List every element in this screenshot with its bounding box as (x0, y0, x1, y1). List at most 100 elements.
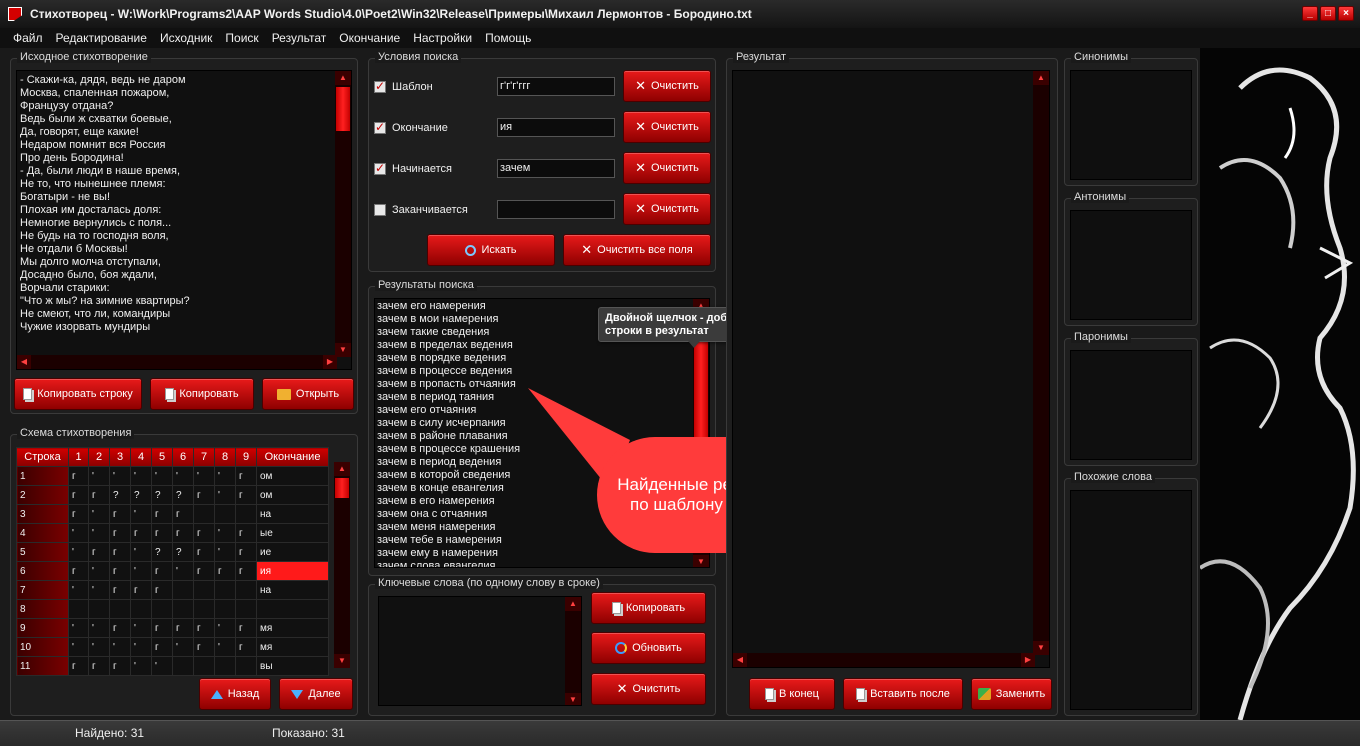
table-cell[interactable]: г (109, 561, 131, 581)
minimize-button[interactable]: _ (1302, 6, 1318, 21)
table-cell[interactable]: ' (172, 637, 194, 657)
table-cell[interactable]: г (235, 523, 257, 543)
condition-checkbox[interactable] (374, 161, 386, 175)
scroll-right-arrow-icon[interactable]: ▶ (323, 355, 337, 369)
table-cell[interactable]: ' (130, 637, 152, 657)
table-cell[interactable]: г (193, 561, 215, 581)
scroll-down-arrow-icon[interactable]: ▼ (693, 555, 709, 567)
menu-search[interactable]: Поиск (218, 31, 264, 45)
keywords-vscrollbar[interactable]: ▲ ▼ (565, 597, 581, 705)
table-cell[interactable]: ' (68, 580, 89, 600)
table-cell[interactable] (214, 599, 236, 619)
table-cell[interactable]: г (172, 618, 194, 638)
scroll-left-arrow-icon[interactable]: ◀ (733, 653, 747, 667)
table-cell[interactable] (214, 504, 236, 524)
table-cell[interactable]: ие (256, 542, 329, 562)
table-cell[interactable]: г (68, 466, 89, 486)
table-cell[interactable]: ' (193, 466, 215, 486)
list-item[interactable]: зачем в процессе ведения (377, 365, 707, 378)
table-cell[interactable]: г (88, 485, 110, 505)
table-cell[interactable]: г (193, 485, 215, 505)
table-cell[interactable]: ' (172, 561, 194, 581)
menu-help[interactable]: Помощь (478, 31, 537, 45)
row-number[interactable]: 6 (16, 561, 69, 581)
scroll-down-arrow-icon[interactable]: ▼ (1033, 641, 1049, 655)
table-cell[interactable] (68, 599, 89, 619)
keywords-textarea[interactable]: ▲ ▼ (378, 596, 582, 706)
scroll-up-arrow-icon[interactable]: ▲ (1033, 71, 1049, 85)
table-cell[interactable]: г (109, 542, 131, 562)
scheme-table[interactable]: Строка 1 2 3 4 5 6 7 8 9 Окончание 1 г ' ' '… (16, 447, 329, 676)
table-cell[interactable]: ' (214, 542, 236, 562)
table-cell[interactable] (235, 580, 257, 600)
table-cell[interactable] (193, 580, 215, 600)
table-cell[interactable]: ' (172, 466, 194, 486)
clear-condition-button[interactable]: ✕ Очистить (623, 193, 711, 225)
table-row[interactable]: 6 г ' г ' г ' г г г ия (16, 561, 329, 581)
table-cell[interactable]: ? (130, 485, 152, 505)
row-number[interactable]: 10 (16, 637, 69, 657)
table-cell[interactable]: ' (68, 618, 89, 638)
to-end-button[interactable]: В конец (749, 678, 835, 710)
row-number[interactable]: 8 (16, 599, 69, 619)
table-cell[interactable]: г (68, 561, 89, 581)
row-number[interactable]: 2 (16, 485, 69, 505)
table-cell[interactable] (235, 504, 257, 524)
scroll-down-arrow-icon[interactable]: ▼ (335, 343, 351, 357)
table-row[interactable]: 1 г ' ' ' ' ' ' ' г ом (16, 466, 329, 486)
scroll-down-arrow-icon[interactable]: ▼ (565, 693, 581, 705)
table-row[interactable]: 2 г г???? г ' г ом (16, 485, 329, 505)
table-cell[interactable]: г (172, 523, 194, 543)
table-cell[interactable]: ' (68, 523, 89, 543)
table-cell[interactable] (256, 599, 329, 619)
table-cell[interactable]: ' (88, 618, 110, 638)
table-cell[interactable]: ия (256, 561, 329, 581)
clear-condition-button[interactable]: ✕ Очистить (623, 70, 711, 102)
keywords-copy-button[interactable]: Копировать (591, 592, 706, 624)
scroll-thumb[interactable] (336, 87, 350, 131)
table-cell[interactable]: ' (88, 504, 110, 524)
scroll-up-arrow-icon[interactable]: ▲ (335, 71, 351, 85)
table-cell[interactable] (88, 599, 110, 619)
search-button[interactable]: Искать (427, 234, 555, 266)
table-cell[interactable] (172, 599, 194, 619)
table-cell[interactable]: ? (151, 485, 173, 505)
table-cell[interactable]: г (109, 580, 131, 600)
table-cell[interactable]: на (256, 504, 329, 524)
condition-input[interactable]: ия (497, 118, 615, 137)
replace-button[interactable]: Заменить (971, 678, 1052, 710)
table-cell[interactable] (193, 504, 215, 524)
table-row[interactable]: 4 ' ' г г г г г ' г ые (16, 523, 329, 543)
table-cell[interactable]: ' (130, 542, 152, 562)
table-cell[interactable] (151, 599, 173, 619)
table-cell[interactable] (172, 656, 194, 676)
table-cell[interactable] (193, 656, 215, 676)
table-cell[interactable] (214, 580, 236, 600)
table-cell[interactable]: ' (130, 656, 152, 676)
result-vscrollbar[interactable]: ▲ ▼ (1033, 71, 1049, 655)
table-row[interactable]: 5 ' г г '?? г ' г ие (16, 542, 329, 562)
table-cell[interactable]: г (109, 618, 131, 638)
table-cell[interactable]: г (172, 504, 194, 524)
close-button[interactable]: × (1338, 6, 1354, 21)
table-cell[interactable] (130, 599, 152, 619)
menu-ending[interactable]: Окончание (332, 31, 406, 45)
table-cell[interactable]: ' (88, 637, 110, 657)
antonyms-list[interactable] (1070, 210, 1192, 320)
table-row[interactable]: 11 г г г ' ' вы (16, 656, 329, 676)
table-cell[interactable]: ? (172, 542, 194, 562)
table-cell[interactable]: г (109, 504, 131, 524)
table-cell[interactable] (235, 656, 257, 676)
scroll-down-arrow-icon[interactable]: ▼ (334, 654, 350, 668)
table-cell[interactable]: г (151, 504, 173, 524)
table-row[interactable]: 7 ' ' г г г на (16, 580, 329, 600)
maximize-button[interactable]: □ (1320, 6, 1336, 21)
scroll-thumb[interactable] (335, 478, 349, 498)
table-cell[interactable] (193, 599, 215, 619)
table-cell[interactable]: г (151, 618, 173, 638)
table-cell[interactable]: г (88, 542, 110, 562)
copy-line-button[interactable]: Копировать строку (14, 378, 142, 410)
table-cell[interactable]: на (256, 580, 329, 600)
table-cell[interactable]: г (235, 542, 257, 562)
row-number[interactable]: 5 (16, 542, 69, 562)
